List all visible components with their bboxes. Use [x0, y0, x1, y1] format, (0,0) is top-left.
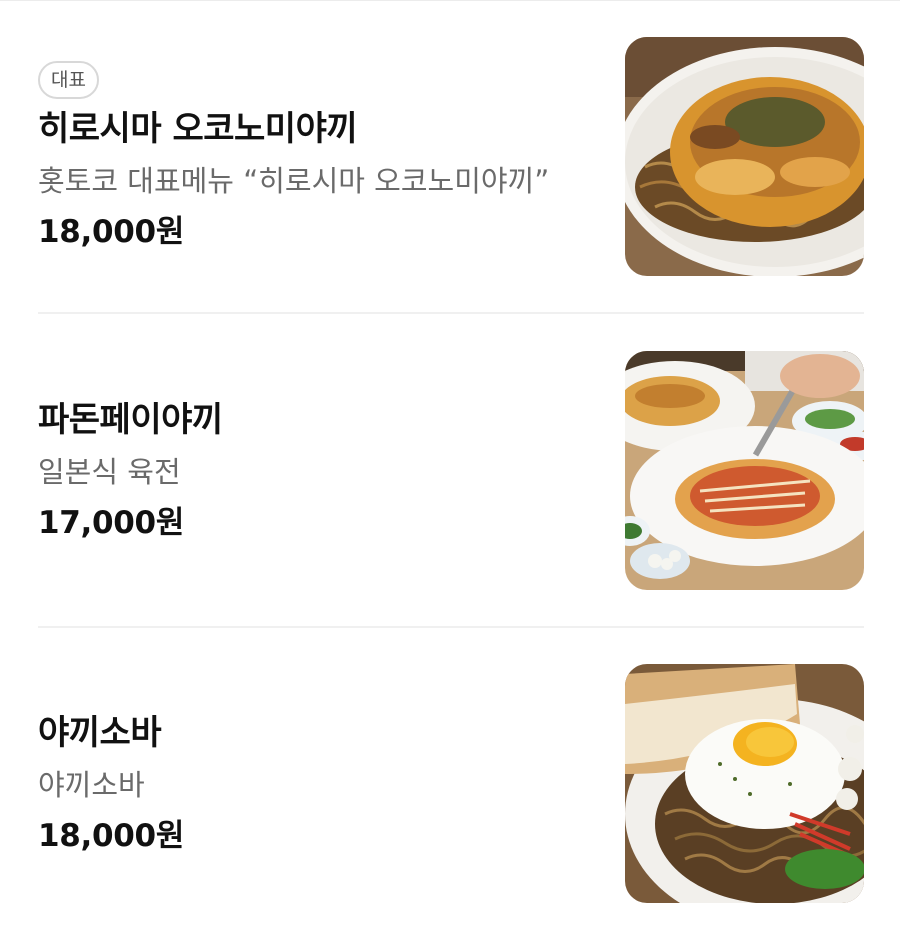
menu-item-tonpeiyaki[interactable]: 파돈페이야끼 일본식 육전 17,000원 [38, 351, 864, 591]
top-divider [0, 0, 900, 1]
menu-item-image[interactable] [625, 351, 864, 590]
menu-item-name: 히로시마 오코노미야끼 [38, 109, 358, 149]
tonpeiyaki-photo-icon [625, 351, 864, 590]
okonomiyaki-photo-icon [625, 37, 864, 276]
menu-item-text: 파돈페이야끼 일본식 육전 17,000원 [38, 351, 608, 591]
menu-item-name: 파돈페이야끼 [38, 400, 223, 440]
menu-item-yakisoba[interactable]: 야끼소바 야끼소바 18,000원 [38, 664, 864, 904]
menu-item-price: 18,000원 [38, 214, 185, 250]
menu-divider [38, 312, 864, 314]
menu-item-description: 야끼소바 [38, 768, 145, 802]
menu-item-hiroshima-okonomiyaki[interactable]: 대표 히로시마 오코노미야끼 홋토코 대표메뉴 “히로시마 오코노미야끼” 18… [38, 37, 864, 277]
menu-item-image[interactable] [625, 664, 864, 903]
yakisoba-photo-icon [625, 664, 864, 903]
menu-item-description: 홋토코 대표메뉴 “히로시마 오코노미야끼” [38, 164, 550, 198]
menu-item-price: 17,000원 [38, 505, 185, 541]
menu-item-image[interactable] [625, 37, 864, 276]
menu-divider [38, 626, 864, 628]
menu-item-description: 일본식 육전 [38, 455, 181, 489]
menu-item-price: 18,000원 [38, 818, 185, 854]
menu-item-text: 대표 히로시마 오코노미야끼 홋토코 대표메뉴 “히로시마 오코노미야끼” 18… [38, 37, 608, 277]
menu-item-name: 야끼소바 [38, 713, 162, 753]
signature-badge: 대표 [38, 61, 99, 99]
menu-item-text: 야끼소바 야끼소바 18,000원 [38, 664, 608, 904]
